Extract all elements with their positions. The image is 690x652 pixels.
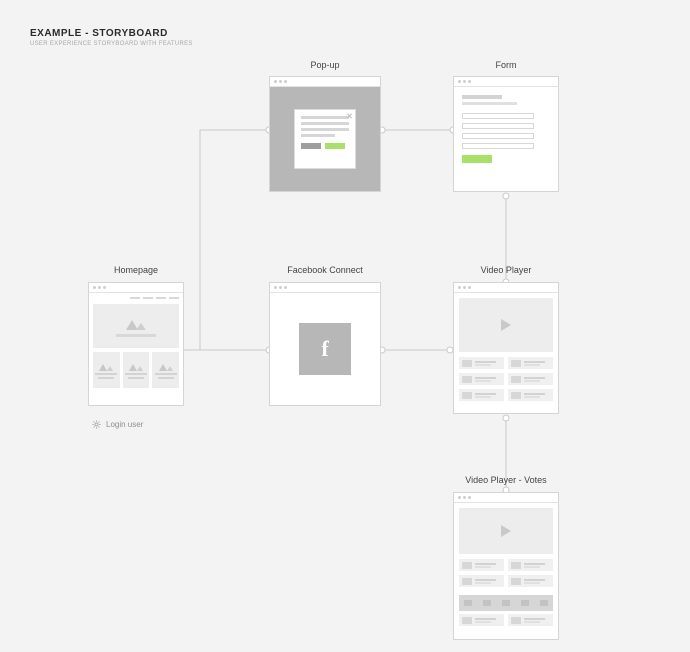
window-chrome — [454, 493, 558, 503]
gear-icon — [92, 420, 101, 429]
facebook-icon: f — [321, 336, 328, 362]
window-chrome — [454, 283, 558, 293]
window-chrome — [89, 283, 183, 293]
window-chrome — [270, 283, 380, 293]
image-icon — [99, 362, 113, 371]
image-icon — [129, 362, 143, 371]
screen-video — [453, 282, 559, 414]
screen-votes — [453, 492, 559, 640]
annotation-text: Login user — [106, 420, 143, 429]
label-homepage: Homepage — [88, 265, 184, 275]
label-votes: Video Player - Votes — [453, 475, 559, 485]
screen-homepage — [88, 282, 184, 406]
play-icon — [501, 525, 511, 537]
window-chrome — [454, 77, 558, 87]
window-chrome — [270, 77, 380, 87]
label-video: Video Player — [453, 265, 559, 275]
image-icon — [126, 316, 146, 330]
screen-facebook: f — [269, 282, 381, 406]
page-title: EXAMPLE - STORYBOARD — [30, 28, 193, 39]
page-subtitle: USER EXPERIENCE STORYBOARD WITH FEATURES — [30, 41, 193, 47]
image-icon — [159, 362, 173, 371]
close-icon — [346, 113, 352, 119]
label-facebook: Facebook Connect — [269, 265, 381, 275]
label-form: Form — [453, 60, 559, 70]
annotation-login-user: Login user — [92, 420, 143, 429]
screen-popup — [269, 76, 381, 192]
play-icon — [501, 319, 511, 331]
label-popup: Pop-up — [269, 60, 381, 70]
screen-form — [453, 76, 559, 192]
